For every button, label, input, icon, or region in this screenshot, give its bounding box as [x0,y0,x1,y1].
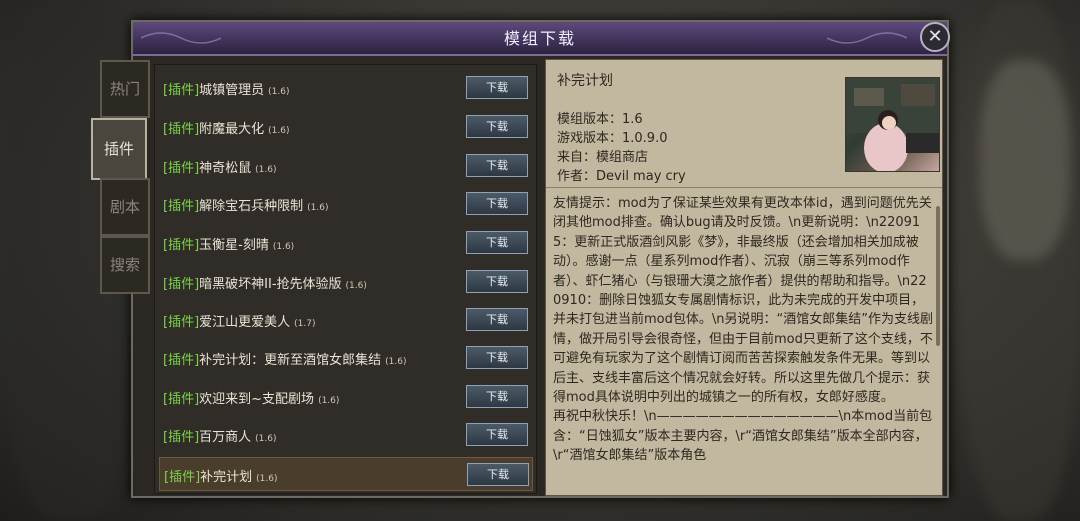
mod-version: (1.6) [345,281,367,291]
mod-version: (1.6) [256,474,278,484]
mod-description[interactable]: 友情提示：mod为了保证某些效果有更改本体id，遇到问题优先关闭其他mod排查。… [553,194,933,494]
mod-title: [插件]城镇管理员 (1.6) [163,79,290,98]
mod-name: 补完计划：更新至酒馆女郎集结 [199,353,382,368]
download-button[interactable]: 下载 [467,463,529,486]
mod-title: [插件]神奇松鼠 (1.6) [163,157,277,176]
download-button[interactable]: 下载 [466,385,528,408]
list-item[interactable]: [插件]百万商人 (1.6) 下载 [159,418,533,452]
mod-title: [插件]欢迎来到~支配剧场 (1.6) [163,388,339,407]
mod-list: [插件]城镇管理员 (1.6) 下载 [插件]附魔最大化 (1.6) 下载 [插件]… [154,64,537,494]
mod-version-text: 模组版本：1.6 [557,112,643,127]
list-item[interactable]: [插件]暗黑破坏神II-抢先体验版 (1.6) 下载 [159,265,533,299]
download-button[interactable]: 下载 [466,346,528,369]
list-item[interactable]: [插件]欢迎来到~支配剧场 (1.6) 下载 [159,380,533,414]
ornament-right-icon [827,32,907,44]
mod-name: 百万商人 [199,430,252,445]
mod-version: (1.6) [307,203,329,213]
author-text: 作者：Devil may cry [557,169,686,184]
mod-title: [插件]暗黑破坏神II-抢先体验版 (1.6) [163,273,367,292]
download-button[interactable]: 下载 [466,192,528,215]
download-button[interactable]: 下载 [466,115,528,138]
window-titlebar: 模组下载 [133,22,947,56]
list-item[interactable]: [插件]解除宝石兵种限制 (1.6) 下载 [159,187,533,221]
mod-version: (1.6) [268,126,290,136]
mod-version: (1.6) [255,434,277,444]
mod-name: 爱江山更爱美人 [199,315,291,330]
list-item[interactable]: [插件]爱江山更爱美人 (1.7) 下载 [159,303,533,337]
mod-tag: [插件] [163,277,200,292]
tab-plugins[interactable]: 插件 [91,118,147,180]
mod-version: (1.7) [294,319,316,329]
mod-name: 玉衡星-刻晴 [199,238,269,253]
mod-name: 暗黑破坏神II-抢先体验版 [199,277,342,292]
mod-tag: [插件] [163,199,200,214]
detail-title: 补完计划 [557,73,613,89]
mod-title: [插件]补完计划 (1.6) [164,466,278,485]
mod-name: 解除宝石兵种限制 [199,199,304,214]
tab-hot[interactable]: 热门 [100,60,150,118]
mod-title: [插件]爱江山更爱美人 (1.7) [163,311,316,330]
mod-title: [插件]解除宝石兵种限制 (1.6) [163,195,329,214]
mod-tag: [插件] [163,83,200,98]
mod-version: (1.6) [255,165,277,175]
window-title: 模组下载 [503,29,576,48]
mod-title: [插件]玉衡星-刻晴 (1.6) [163,234,294,253]
tab-hot-label: 热门 [109,80,140,98]
list-item[interactable]: [插件]城镇管理员 (1.6) 下载 [159,71,533,105]
list-item-selected[interactable]: [插件]补完计划 (1.6) 下载 [159,457,533,491]
download-button[interactable]: 下载 [466,231,528,254]
mod-title: [插件]附魔最大化 (1.6) [163,118,290,137]
close-icon: ✕ [927,26,943,47]
source-text: 来自：模组商店 [557,150,649,165]
close-button[interactable]: ✕ [920,22,950,52]
mod-thumbnail [845,77,940,172]
list-item[interactable]: [插件]玉衡星-刻晴 (1.6) 下载 [159,226,533,260]
mod-tag: [插件] [163,430,200,445]
mod-detail-panel: 补完计划 模组版本：1.6 游戏版本：1.0.9.0 来自：模组商店 作者：De… [545,59,943,496]
list-item[interactable]: [插件]补完计划：更新至酒馆女郎集结 (1.6) 下载 [159,341,533,375]
thumbnail-art-icon [846,78,939,171]
tab-search[interactable]: 搜索 [100,236,150,294]
mod-tag: [插件] [163,122,200,137]
download-button[interactable]: 下载 [466,270,528,293]
mod-name: 补完计划 [200,470,253,485]
download-button[interactable]: 下载 [466,308,528,331]
mod-name: 附魔最大化 [199,122,265,137]
mod-name: 神奇松鼠 [199,161,252,176]
mod-tag: [插件] [163,353,200,368]
download-button[interactable]: 下载 [466,154,528,177]
download-button[interactable]: 下载 [466,423,528,446]
description-scrollbar[interactable] [936,206,940,346]
detail-header: 补完计划 模组版本：1.6 游戏版本：1.0.9.0 来自：模组商店 作者：De… [546,60,942,188]
tab-search-label: 搜索 [109,256,140,274]
tab-scripts[interactable]: 剧本 [100,178,150,236]
mod-version: (1.6) [385,357,407,367]
mod-title: [插件]补完计划：更新至酒馆女郎集结 (1.6) [163,349,407,368]
mod-tag: [插件] [163,161,200,176]
mod-title: [插件]百万商人 (1.6) [163,426,277,445]
list-item[interactable]: [插件]神奇松鼠 (1.6) 下载 [159,149,533,183]
tab-plugins-label: 插件 [103,140,134,158]
mod-version: (1.6) [272,242,295,252]
mod-tag: [插件] [163,315,200,330]
download-button[interactable]: 下载 [466,76,528,99]
mod-tag: [插件] [163,238,200,253]
mod-version: (1.6) [318,396,340,406]
game-version-text: 游戏版本：1.0.9.0 [557,131,668,146]
ornament-left-icon [141,32,221,44]
mod-version: (1.6) [268,87,290,97]
mod-tag: [插件] [164,470,201,485]
mod-name: 城镇管理员 [199,83,265,98]
tab-scripts-label: 剧本 [109,198,140,216]
list-item[interactable]: [插件]附魔最大化 (1.6) 下载 [159,110,533,144]
mod-name: 欢迎来到~支配剧场 [199,392,315,407]
mod-tag: [插件] [163,392,200,407]
